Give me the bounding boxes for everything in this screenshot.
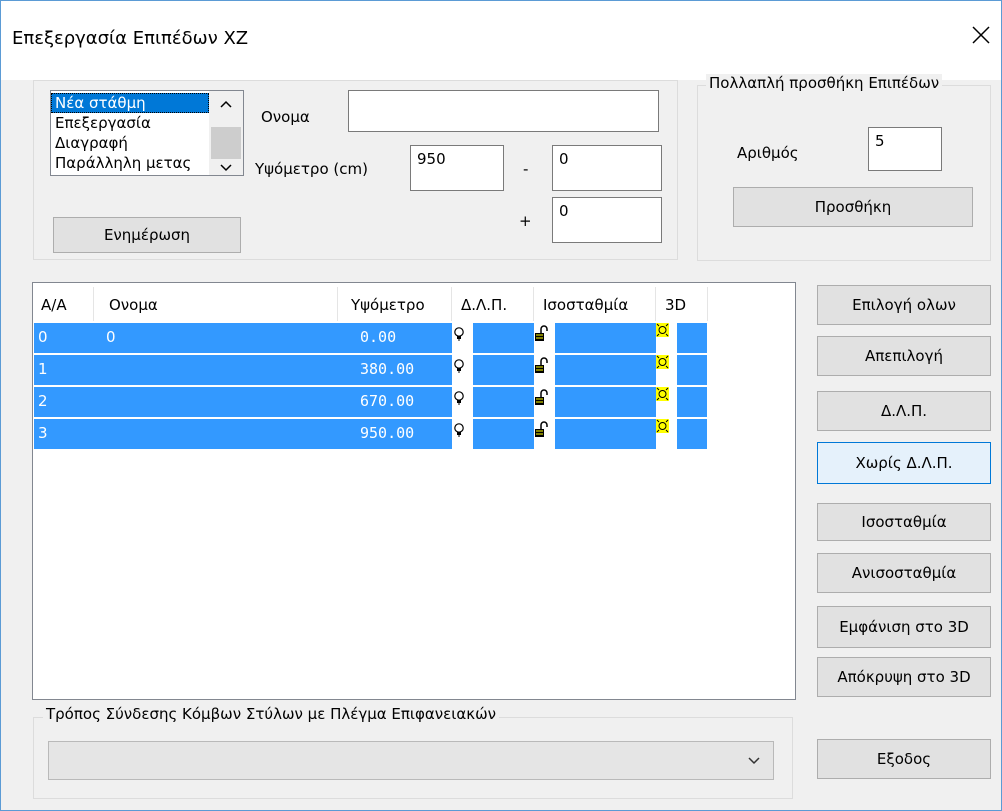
- column-divider: [533, 287, 534, 321]
- column-header-level[interactable]: Ισοσταθμία: [543, 296, 628, 314]
- level-cell[interactable]: [534, 323, 555, 353]
- table-row[interactable]: 1 380.00: [34, 355, 707, 385]
- row-elevation: 670.00: [360, 392, 415, 410]
- column-header-3d[interactable]: 3D: [665, 296, 686, 314]
- plus-offset-field[interactable]: 0: [552, 197, 662, 243]
- row-index: 3: [38, 424, 48, 442]
- no-dlp-button[interactable]: Χωρίς Δ.Λ.Π.: [817, 442, 991, 484]
- multi-add-group: [697, 85, 991, 261]
- row-elevation: 0.00: [360, 328, 397, 346]
- row-index: 1: [38, 360, 48, 378]
- column-header-elevation[interactable]: Υψόμετρο: [351, 296, 425, 314]
- connection-group-label: Τρόπος Σύνδεσης Κόμβων Στύλων με Πλέγμα …: [43, 705, 500, 723]
- row-elevation: 380.00: [360, 360, 415, 378]
- table-row[interactable]: 3 950.00: [34, 419, 707, 449]
- column-header-dlp[interactable]: Δ.Λ.Π.: [461, 296, 507, 314]
- lightbulb-icon: [454, 391, 464, 405]
- unlock-icon: [535, 325, 548, 341]
- name-field[interactable]: [348, 90, 659, 132]
- row-index: 0: [38, 328, 48, 346]
- dlp-cell[interactable]: [452, 323, 473, 353]
- list-item[interactable]: Διαγραφή: [51, 133, 209, 153]
- multi-add-group-label: Πολλαπλή προσθήκη Επιπέδων: [706, 74, 943, 92]
- list-item[interactable]: Παράλληλη μετας: [51, 153, 209, 173]
- unlock-icon: [535, 357, 548, 373]
- sun-3d-icon: [656, 387, 669, 401]
- hide-3d-button[interactable]: Απόκρυψη στο 3D: [817, 657, 991, 697]
- count-field[interactable]: 5: [868, 127, 942, 171]
- minus-sign: -: [523, 160, 529, 178]
- dlp-cell[interactable]: [452, 387, 473, 417]
- column-divider: [707, 287, 708, 321]
- column-header-name[interactable]: Ονομα: [109, 296, 158, 314]
- window-title: Επεξεργασία Επιπέδων XZ: [12, 28, 249, 49]
- unlock-icon: [535, 421, 548, 437]
- row-elevation: 950.00: [360, 424, 415, 442]
- level-cell[interactable]: [534, 387, 555, 417]
- add-levels-button[interactable]: Προσθήκη: [733, 187, 973, 227]
- plus-sign: +: [519, 212, 532, 230]
- deselect-button[interactable]: Απεπιλογή: [817, 336, 991, 376]
- dlp-cell[interactable]: [452, 355, 473, 385]
- scroll-thumb[interactable]: [211, 127, 241, 159]
- select-all-button[interactable]: Επιλογή ολων: [817, 285, 991, 325]
- unlevel-button[interactable]: Ανισοσταθμία: [817, 553, 991, 593]
- column-header-index[interactable]: Α/Α: [41, 296, 67, 314]
- chevron-up-icon[interactable]: [215, 95, 237, 113]
- connection-mode-select[interactable]: [48, 741, 774, 780]
- lightbulb-icon: [454, 327, 464, 341]
- close-icon[interactable]: [968, 22, 994, 48]
- exit-button[interactable]: Εξοδος: [817, 739, 991, 779]
- table-row[interactable]: 2 670.00: [34, 387, 707, 417]
- row-index: 2: [38, 392, 48, 410]
- column-divider: [451, 287, 452, 321]
- visibility-3d-cell[interactable]: [656, 323, 677, 353]
- chevron-down-icon[interactable]: [215, 161, 237, 175]
- list-item[interactable]: Επεξεργασία: [51, 113, 209, 133]
- list-item[interactable]: Νέα στάθμη: [51, 93, 209, 113]
- update-button[interactable]: Ενημέρωση: [53, 217, 241, 253]
- unlock-icon: [535, 389, 548, 405]
- elevation-label: Υψόμετρο (cm): [255, 160, 368, 178]
- visibility-3d-cell[interactable]: [656, 387, 677, 417]
- lightbulb-icon: [454, 423, 464, 437]
- level-cell[interactable]: [534, 419, 555, 449]
- sun-3d-icon: [656, 355, 669, 369]
- name-label: Ονομα: [261, 108, 310, 126]
- visibility-3d-cell[interactable]: [656, 419, 677, 449]
- table-row[interactable]: 0 0 0.00: [34, 323, 707, 353]
- sun-3d-icon: [656, 323, 669, 337]
- minus-offset-field[interactable]: 0: [552, 145, 662, 191]
- show-3d-button[interactable]: Εμφάνιση στο 3D: [817, 606, 991, 648]
- level-cell[interactable]: [534, 355, 555, 385]
- levels-table[interactable]: Α/Α Ονομα Υψόμετρο Δ.Λ.Π. Ισοσταθμία 3D …: [32, 282, 796, 700]
- column-divider: [337, 287, 338, 321]
- dlp-button[interactable]: Δ.Λ.Π.: [817, 391, 991, 431]
- elevation-field[interactable]: 950: [410, 145, 504, 191]
- listbox-scrollbar[interactable]: [209, 91, 243, 175]
- count-label: Αριθμός: [737, 144, 799, 162]
- row-name: 0: [106, 328, 116, 346]
- column-divider: [655, 287, 656, 321]
- chevron-down-icon[interactable]: [745, 754, 763, 768]
- action-listbox[interactable]: Νέα στάθμη Επεξεργασία Διαγραφή Παράλληλ…: [50, 90, 244, 176]
- level-button[interactable]: Ισοσταθμία: [817, 503, 991, 541]
- lightbulb-icon: [454, 359, 464, 373]
- dlp-cell[interactable]: [452, 419, 473, 449]
- column-divider: [93, 287, 94, 321]
- sun-3d-icon: [656, 419, 669, 433]
- visibility-3d-cell[interactable]: [656, 355, 677, 385]
